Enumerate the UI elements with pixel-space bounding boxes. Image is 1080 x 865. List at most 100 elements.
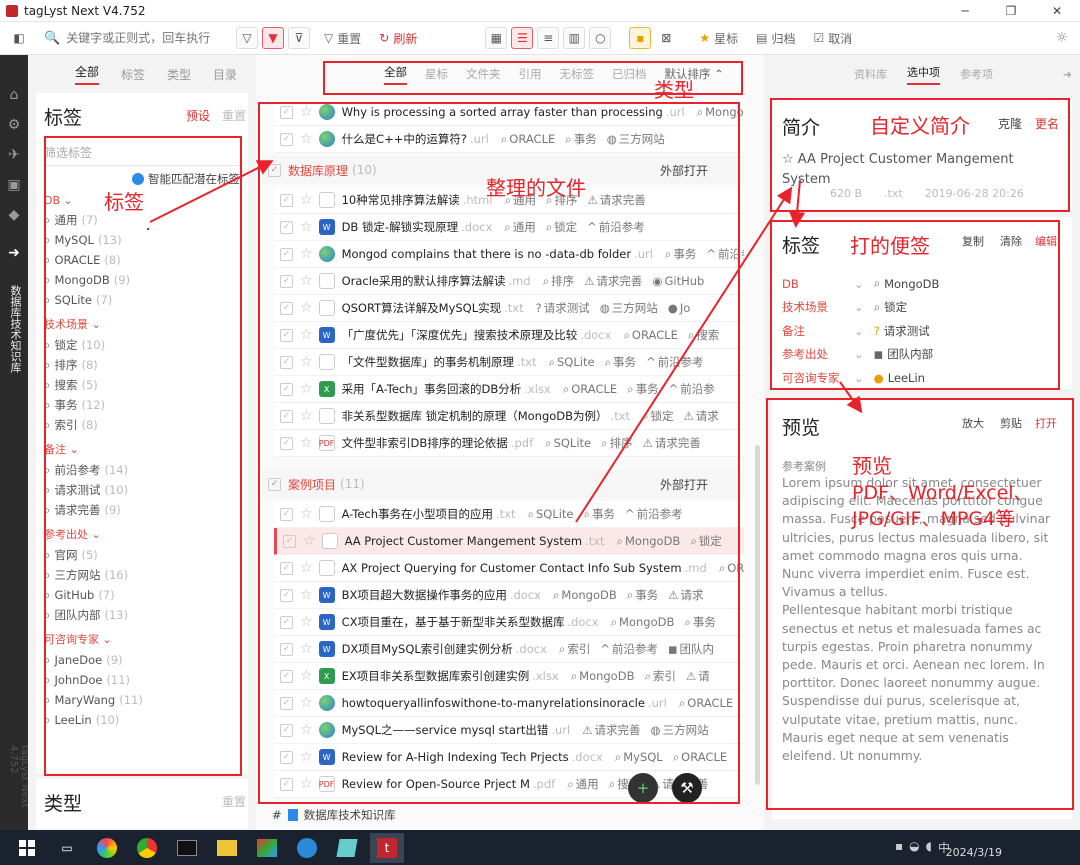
file-row[interactable]: ✓ ☆ Why is processing a sorted array faste…: [274, 99, 744, 126]
row-checkbox[interactable]: ✓: [280, 588, 293, 602]
tag-item[interactable]: ⌕ MySQL (13): [44, 230, 240, 250]
file-row[interactable]: ✓ ☆ W 「广度优先」「深度优先」搜索技术原理及比较 .docx ⌕ ORACLE ⌕ 搜索: [274, 322, 744, 349]
sidebar-toggle-icon[interactable]: ◧: [8, 27, 30, 49]
save-icon[interactable]: ▣: [0, 170, 28, 200]
tag-filter-input[interactable]: 筛选标签: [44, 144, 240, 166]
tab-types[interactable]: 类型: [167, 66, 191, 83]
tab-files-all[interactable]: 全部: [384, 64, 407, 85]
tab-reference[interactable]: 参考项: [960, 66, 993, 82]
windows-start-icon[interactable]: [10, 833, 44, 863]
star-outline-icon[interactable]: ☆: [300, 327, 313, 343]
arrow-right-icon[interactable]: ➜: [0, 238, 28, 268]
filter-active-icon[interactable]: ▼: [262, 27, 284, 49]
file-row[interactable]: ✓ ☆ W DB 锁定-解锁实现原理 .docx ⌕ 通用 ⌕ 锁定 ^ 前沿参考: [274, 214, 744, 241]
selected-tag-row[interactable]: 可咨询专家 ⌄ ● LeeLin: [782, 366, 1062, 390]
app-icon-1[interactable]: [90, 833, 124, 863]
column-view-icon[interactable]: ▥: [563, 27, 586, 49]
star-outline-icon[interactable]: ☆: [300, 641, 313, 657]
tag-icon[interactable]: ◆: [0, 200, 28, 230]
clip-button[interactable]: 剪贴: [1000, 415, 1022, 431]
star-outline-icon[interactable]: ☆: [300, 722, 313, 738]
folder-tag-icon[interactable]: ▪: [629, 27, 652, 49]
row-checkbox[interactable]: ✓: [280, 561, 293, 575]
tray-wifi-icon[interactable]: ◒: [909, 839, 919, 856]
file-row[interactable]: ✓ ☆ Oracle采用的默认排序算法解读 .md ⌕ 排序 ⚠ 请求完善 ◉ GitHub: [274, 268, 744, 295]
row-checkbox[interactable]: ✓: [280, 105, 293, 119]
tab-files-untagged[interactable]: 无标签: [560, 66, 595, 82]
tag-item[interactable]: ⌕ 请求完善 (9): [44, 500, 240, 520]
zoom-button[interactable]: 放大: [962, 415, 984, 431]
row-checkbox[interactable]: ✓: [280, 642, 293, 656]
file-row[interactable]: ✓ ☆ AX Project Querying for Customer Conta…: [274, 555, 744, 582]
task-view-icon[interactable]: ▭: [50, 833, 84, 863]
clone-button[interactable]: 克隆: [998, 115, 1022, 132]
file-row[interactable]: ✓ ☆ 非关系型数据库 锁定机制的原理（MongoDB为例） .txt ⌕ 锁定 ⚠ 请求: [274, 403, 744, 430]
tag-item[interactable]: ⌕ 锁定 (10): [44, 335, 240, 355]
refresh-button[interactable]: ↻ 刷新: [379, 30, 417, 47]
star-outline-icon[interactable]: ☆: [300, 749, 313, 765]
star-outline-icon[interactable]: ☆: [300, 408, 313, 424]
preset-button[interactable]: 预设: [186, 107, 210, 124]
tag-item[interactable]: ⌕ MaryWang (11): [44, 690, 240, 710]
tag-item[interactable]: ⌕ SQLite (7): [44, 290, 240, 310]
star-outline-icon[interactable]: ☆: [300, 668, 313, 684]
tab-selected[interactable]: 选中项: [907, 64, 940, 85]
tag-item[interactable]: ⌕ 索引 (8): [44, 415, 240, 435]
star-outline-icon[interactable]: ☆: [300, 300, 313, 316]
file-row[interactable]: ✓ ☆ PDF 文件型非索引DB排序的理论依据 .pdf ⌕ SQLite ⌕ 排序 ⚠ 请求完善: [274, 430, 744, 457]
row-checkbox[interactable]: ✓: [280, 193, 293, 207]
file-row[interactable]: ✓ ☆ howtoqueryallinfoswithone-to-manyrelat…: [274, 690, 744, 717]
file-row[interactable]: ✓ ☆ X 采用「A-Tech」事务回滚的DB分析 .xlsx ⌕ ORACLE ⌕ 事务 ^ 前沿…: [274, 376, 744, 403]
tag-reset-button[interactable]: 重置: [222, 107, 246, 124]
tag-item[interactable]: ⌕ 事务 (12): [44, 395, 240, 415]
tag-item[interactable]: ⌕ 排序 (8): [44, 355, 240, 375]
row-checkbox[interactable]: ✓: [280, 669, 293, 683]
tag-item[interactable]: ⌕ GitHub (7): [44, 585, 240, 605]
selected-tag-row[interactable]: 技术场景 ⌄ ⌕ 锁定: [782, 296, 1062, 320]
minimize-button[interactable]: ─: [942, 0, 988, 22]
search-box[interactable]: 🔍: [44, 31, 217, 46]
star-outline-icon[interactable]: ☆: [300, 435, 313, 451]
tab-files-star[interactable]: 星标: [425, 66, 448, 82]
tag-group-header[interactable]: 备注 ⌄: [44, 441, 240, 457]
tab-tags[interactable]: 标签: [121, 66, 145, 83]
tab-all[interactable]: 全部: [75, 63, 100, 85]
terminal-icon[interactable]: [170, 833, 204, 863]
selected-tag-row[interactable]: DB ⌄ ⌕ MongoDB: [782, 272, 1062, 296]
star-button[interactable]: ★ 星标: [699, 30, 738, 47]
tag-item[interactable]: ⌕ ORACLE (8): [44, 250, 240, 270]
star-outline-icon[interactable]: ☆: [300, 506, 313, 522]
file-row[interactable]: ✓ ☆ AA Project Customer Mangement System .t…: [274, 528, 744, 555]
file-row[interactable]: ✓ ☆ W DX项目MySQL索引创建实例分析 .docx ⌕ 索引 ^ 前沿参考 ◼ 团队内: [274, 636, 744, 663]
rocket-icon[interactable]: ✈: [0, 140, 28, 170]
tag-item[interactable]: ⌕ MongoDB (9): [44, 270, 240, 290]
row-checkbox[interactable]: ✓: [280, 409, 293, 423]
star-outline-icon[interactable]: ☆: [300, 246, 313, 262]
star-outline-icon[interactable]: ☆: [300, 776, 313, 792]
tag-item[interactable]: ⌕ 团队内部 (13): [44, 605, 240, 625]
tag-item[interactable]: ⌕ JohnDoe (11): [44, 670, 240, 690]
type-reset-button[interactable]: 重置: [222, 793, 246, 810]
star-outline-icon[interactable]: ☆: [300, 587, 313, 603]
star-outline-icon[interactable]: ☆: [300, 192, 313, 208]
row-checkbox[interactable]: ✓: [280, 328, 293, 342]
copy-button[interactable]: 复制: [962, 233, 984, 249]
taglyst-icon[interactable]: t: [370, 832, 404, 863]
list-view-icon[interactable]: ☰: [511, 27, 534, 49]
row-checkbox[interactable]: ✓: [280, 615, 293, 629]
star-outline-icon[interactable]: ☆: [300, 614, 313, 630]
clear-button[interactable]: 清除: [1000, 233, 1022, 249]
row-checkbox[interactable]: ✓: [280, 507, 293, 521]
file-row[interactable]: ✓ ☆ W BX项目超大数据操作事务的应用 .docx ⌕ MongoDB ⌕ 事务 ⚠ 请求: [274, 582, 744, 609]
open-button[interactable]: 打开: [1035, 415, 1057, 431]
tag-group-header[interactable]: 可咨询专家 ⌄: [44, 631, 240, 647]
file-row[interactable]: ✓ ☆ X EX项目非关系型数据库索引创建实例 .xlsx ⌕ MongoDB ⌕ 索引 ⚠ 请: [274, 663, 744, 690]
paint-icon[interactable]: [250, 833, 284, 863]
row-checkbox[interactable]: ✓: [280, 355, 293, 369]
star-outline-icon[interactable]: ☆: [300, 104, 313, 120]
file-row[interactable]: ✓ ☆ W Review for A-High Indexing Tech Prjec…: [274, 744, 744, 771]
star-outline-icon[interactable]: ☆: [300, 695, 313, 711]
file-row[interactable]: ✓ ☆ Mongod complains that there is no -dat…: [274, 241, 744, 268]
gear-icon[interactable]: ⚙: [0, 110, 28, 140]
star-outline-icon[interactable]: ☆: [300, 354, 313, 370]
